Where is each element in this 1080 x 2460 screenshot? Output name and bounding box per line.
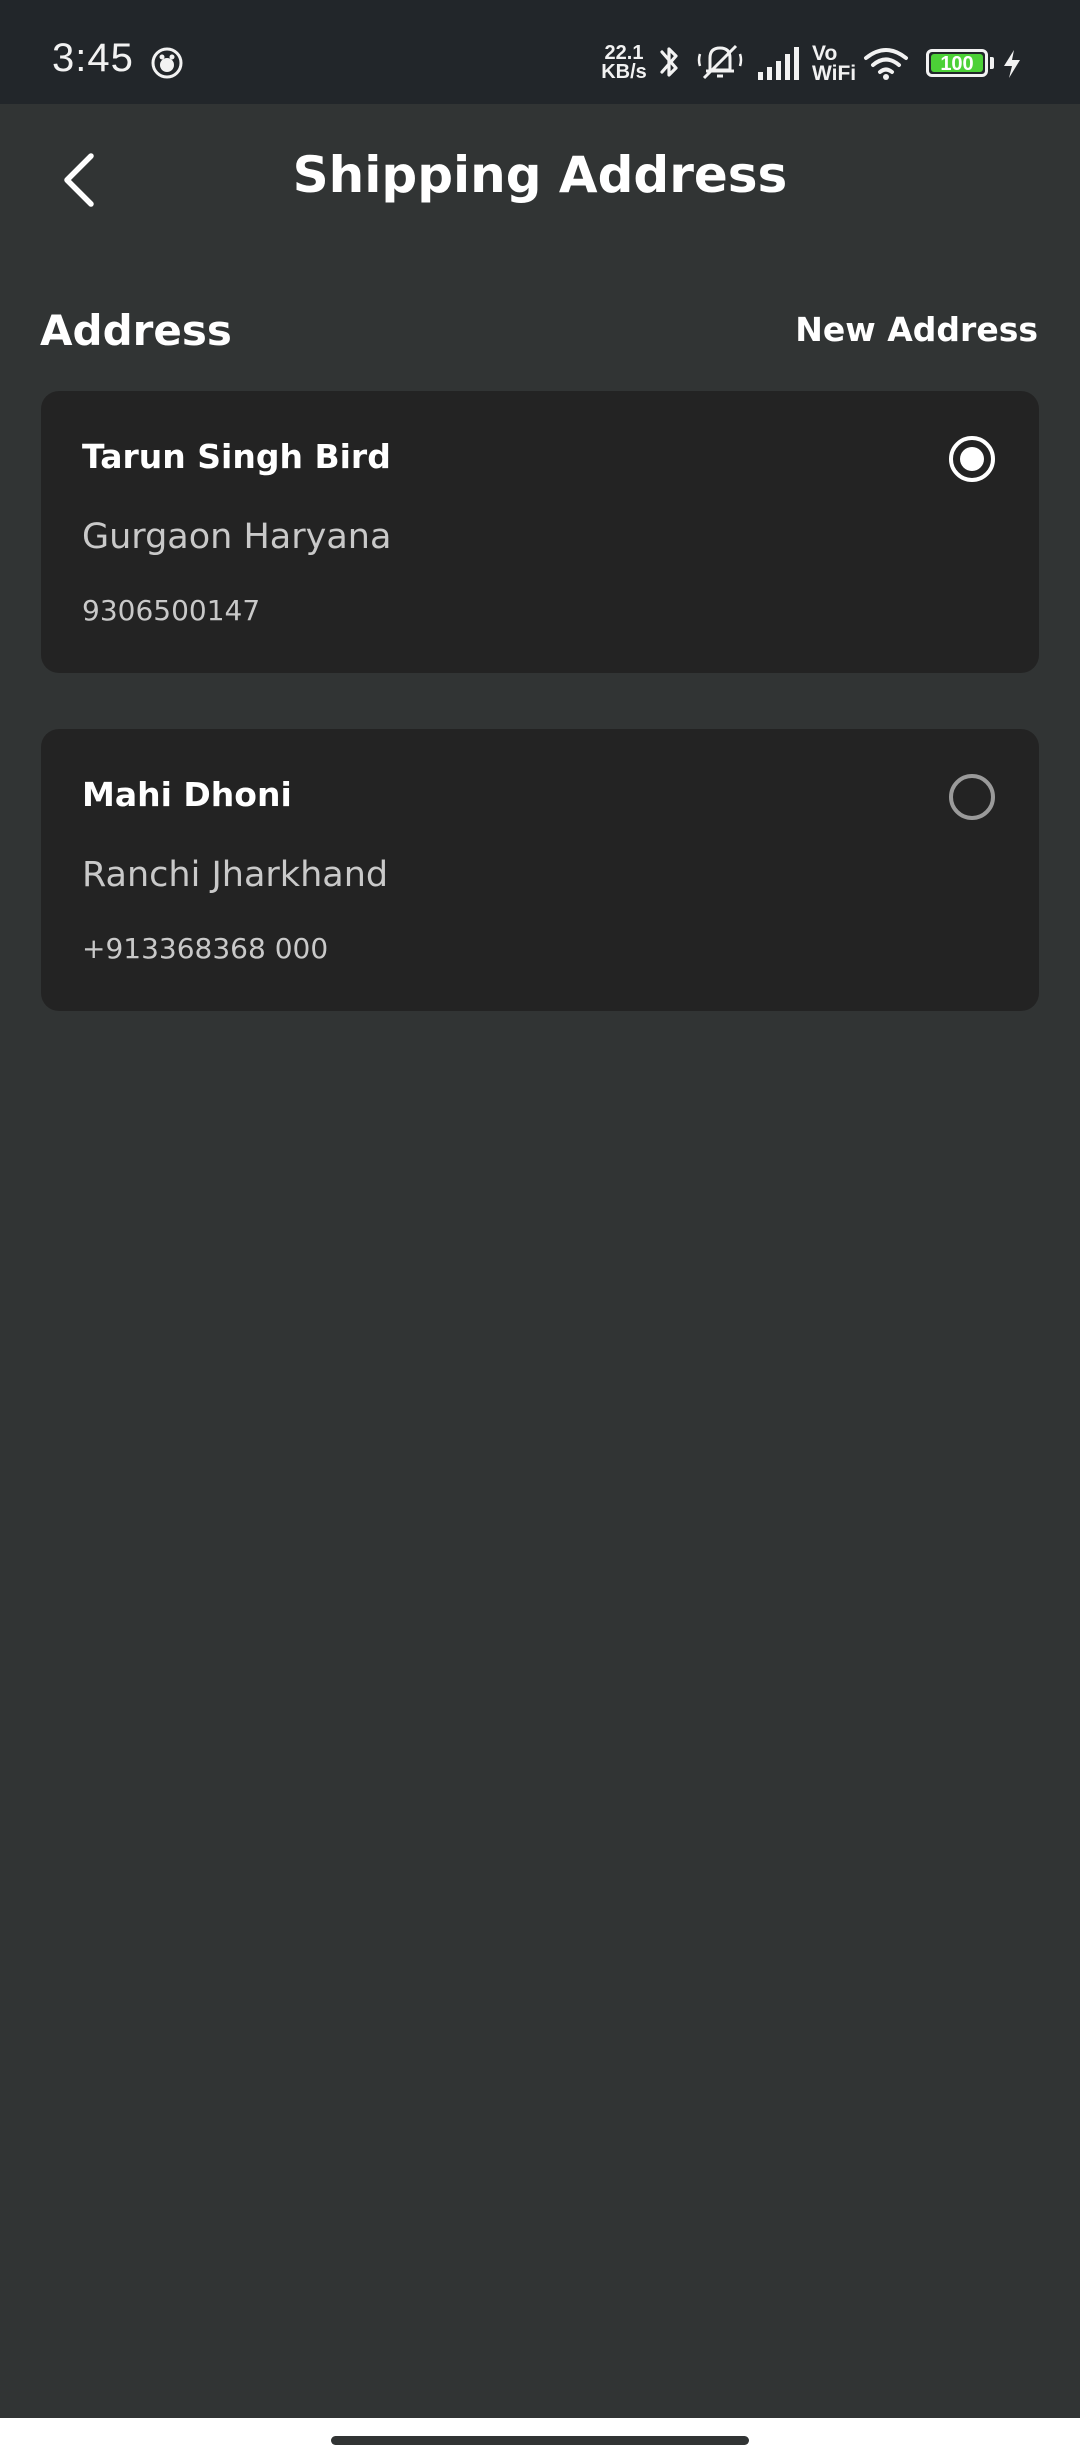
- address-phone: 9306500147: [82, 594, 261, 627]
- address-radio-selected[interactable]: [949, 436, 995, 482]
- status-time: 3:45: [52, 36, 134, 80]
- page-title: Shipping Address: [292, 146, 788, 204]
- section-title: Address: [40, 306, 232, 355]
- address-name: Mahi Dhoni: [82, 775, 292, 814]
- battery-level: 100: [940, 53, 974, 75]
- battery-fill: 100: [931, 53, 983, 75]
- vowifi-top: Vo: [812, 42, 838, 65]
- address-radio-unselected[interactable]: [949, 774, 995, 820]
- radio-dot: [960, 447, 984, 471]
- network-speed-unit: KB/s: [601, 61, 647, 83]
- address-card[interactable]: Mahi Dhoni Ranchi Jharkhand +913368368 0…: [41, 729, 1039, 1011]
- charging-icon: [1004, 50, 1020, 78]
- address-location: Ranchi Jharkhand: [82, 855, 389, 895]
- battery-nub: [990, 57, 994, 69]
- signal-icon: [758, 47, 799, 80]
- network-speed: 22.1 KB/s: [600, 43, 648, 83]
- new-address-button[interactable]: New Address: [795, 310, 1038, 349]
- bluetooth-icon: [660, 47, 678, 77]
- battery-icon: 100: [926, 49, 988, 77]
- wifi-icon: [864, 48, 908, 80]
- address-phone: +913368368 000: [82, 932, 329, 965]
- notification-icon: [151, 47, 183, 79]
- vowifi-bottom: WiFi: [812, 62, 857, 85]
- home-indicator[interactable]: [331, 2436, 749, 2445]
- mute-icon: [697, 44, 743, 80]
- address-card[interactable]: Tarun Singh Bird Gurgaon Haryana 9306500…: [41, 391, 1039, 673]
- vowifi-indicator: Vo WiFi: [812, 42, 857, 85]
- address-location: Gurgaon Haryana: [82, 517, 392, 557]
- address-name: Tarun Singh Bird: [82, 437, 391, 476]
- status-bar: 3:45 22.1 KB/s Vo WiFi 100: [0, 0, 1080, 104]
